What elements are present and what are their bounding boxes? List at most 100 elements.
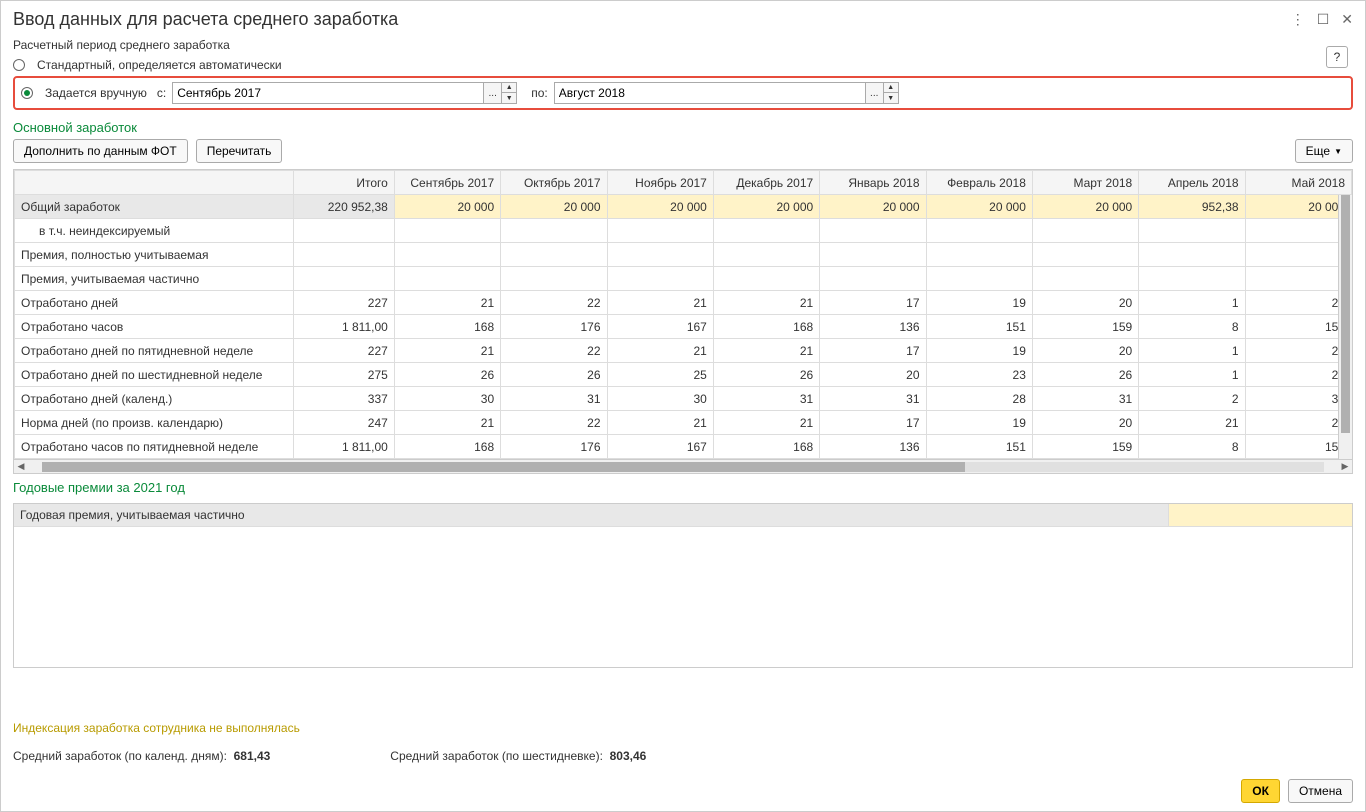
cell[interactable] <box>607 267 713 291</box>
cell[interactable]: 20 <box>1245 291 1351 315</box>
cell[interactable]: 20 000 <box>1245 195 1351 219</box>
cell[interactable]: 1 <box>1139 291 1245 315</box>
cell[interactable]: 21 <box>607 291 713 315</box>
cell[interactable] <box>501 267 607 291</box>
cancel-button[interactable]: Отмена <box>1288 779 1353 803</box>
cell[interactable]: 168 <box>713 315 819 339</box>
cell[interactable]: 168 <box>713 435 819 459</box>
cell[interactable]: 28 <box>926 387 1032 411</box>
cell[interactable] <box>1139 219 1245 243</box>
table-row[interactable]: Отработано часов1 811,001681761671681361… <box>15 315 1352 339</box>
cell[interactable]: 159 <box>1032 435 1138 459</box>
table-row[interactable]: Отработано дней по пятидневной неделе227… <box>15 339 1352 363</box>
cell[interactable]: 21 <box>607 339 713 363</box>
cell[interactable]: 22 <box>501 339 607 363</box>
cell[interactable]: 20 <box>1245 339 1351 363</box>
cell[interactable]: 952,38 <box>1139 195 1245 219</box>
cell[interactable]: 19 <box>926 339 1032 363</box>
cell[interactable]: 8 <box>1139 435 1245 459</box>
cell[interactable] <box>1032 219 1138 243</box>
cell[interactable]: 26 <box>713 363 819 387</box>
cell[interactable]: 21 <box>394 291 500 315</box>
cell[interactable]: 31 <box>501 387 607 411</box>
vertical-scrollbar[interactable] <box>1338 195 1352 459</box>
cell[interactable] <box>820 267 926 291</box>
cell[interactable]: 19 <box>926 291 1032 315</box>
cell[interactable] <box>926 219 1032 243</box>
cell[interactable]: 17 <box>820 411 926 435</box>
cell[interactable]: 17 <box>820 291 926 315</box>
cell[interactable]: 20 000 <box>713 195 819 219</box>
radio-auto[interactable] <box>13 59 25 71</box>
cell[interactable]: 20 000 <box>820 195 926 219</box>
maximize-icon[interactable]: ☐ <box>1317 11 1330 28</box>
cell[interactable] <box>1245 219 1351 243</box>
cell[interactable]: 176 <box>501 435 607 459</box>
cell[interactable]: 8 <box>1139 315 1245 339</box>
cell[interactable]: 23 <box>926 363 1032 387</box>
cell[interactable] <box>1032 243 1138 267</box>
cell[interactable]: 1 <box>1139 363 1245 387</box>
cell[interactable] <box>713 243 819 267</box>
radio-manual-row[interactable]: Задается вручную <box>21 86 147 100</box>
cell[interactable]: 21 <box>394 339 500 363</box>
cell[interactable] <box>820 243 926 267</box>
cell[interactable]: 24 <box>1245 363 1351 387</box>
cell[interactable] <box>607 219 713 243</box>
cell[interactable]: 21 <box>713 411 819 435</box>
fill-fot-button[interactable]: Дополнить по данным ФОТ <box>13 139 188 163</box>
cell[interactable] <box>607 243 713 267</box>
table-row[interactable]: Отработано дней22721222121171920120 <box>15 291 1352 315</box>
period-to-input[interactable] <box>555 86 865 100</box>
cell[interactable] <box>713 267 819 291</box>
cell[interactable] <box>394 267 500 291</box>
cell[interactable]: 26 <box>501 363 607 387</box>
cell[interactable]: 22 <box>501 411 607 435</box>
cell[interactable] <box>926 243 1032 267</box>
period-from-up[interactable]: ▲ <box>502 83 516 93</box>
cell[interactable]: 21 <box>1139 411 1245 435</box>
cell[interactable] <box>394 243 500 267</box>
cell[interactable]: 1 <box>1139 339 1245 363</box>
horizontal-scrollbar[interactable]: ◀ ▶ <box>14 459 1352 473</box>
cell[interactable]: 151 <box>926 315 1032 339</box>
cell[interactable] <box>1245 243 1351 267</box>
close-icon[interactable]: ✕ <box>1341 11 1353 28</box>
cell[interactable] <box>501 243 607 267</box>
cell[interactable]: 21 <box>607 411 713 435</box>
cell[interactable]: 21 <box>713 339 819 363</box>
radio-auto-row[interactable]: Стандартный, определяется автоматически <box>13 56 1353 74</box>
cell[interactable]: 136 <box>820 435 926 459</box>
cell[interactable] <box>394 219 500 243</box>
cell[interactable] <box>1245 267 1351 291</box>
table-row[interactable]: в т.ч. неиндексируемый <box>15 219 1352 243</box>
cell[interactable]: 167 <box>607 435 713 459</box>
cell[interactable]: 168 <box>394 435 500 459</box>
cell[interactable]: 136 <box>820 315 926 339</box>
cell[interactable]: 168 <box>394 315 500 339</box>
cell[interactable] <box>713 219 819 243</box>
cell[interactable]: 17 <box>820 339 926 363</box>
cell[interactable] <box>501 219 607 243</box>
table-row[interactable]: Норма дней (по произв. календарю)2472122… <box>15 411 1352 435</box>
period-from-picker[interactable]: ... <box>483 83 501 103</box>
period-to-down[interactable]: ▼ <box>884 93 898 103</box>
ok-button[interactable]: ОК <box>1241 779 1280 803</box>
cell[interactable]: 20 000 <box>607 195 713 219</box>
kebab-icon[interactable]: ⋮ <box>1291 11 1305 28</box>
table-row[interactable]: Отработано дней (календ.)337303130313128… <box>15 387 1352 411</box>
radio-manual[interactable] <box>21 87 33 99</box>
cell[interactable]: 159 <box>1245 315 1351 339</box>
cell[interactable]: 31 <box>1032 387 1138 411</box>
cell[interactable]: 20 000 <box>394 195 500 219</box>
table-row[interactable]: Премия, полностью учитываемая <box>15 243 1352 267</box>
cell[interactable]: 30 <box>394 387 500 411</box>
bonus-row[interactable]: Годовая премия, учитываемая частично <box>14 504 1352 527</box>
table-row[interactable]: Премия, учитываемая частично <box>15 267 1352 291</box>
help-button[interactable]: ? <box>1326 46 1348 68</box>
cell[interactable]: 159 <box>1245 435 1351 459</box>
table-row[interactable]: Отработано часов по пятидневной неделе1 … <box>15 435 1352 459</box>
cell[interactable] <box>1139 267 1245 291</box>
cell[interactable]: 21 <box>394 411 500 435</box>
cell[interactable]: 31 <box>1245 387 1351 411</box>
